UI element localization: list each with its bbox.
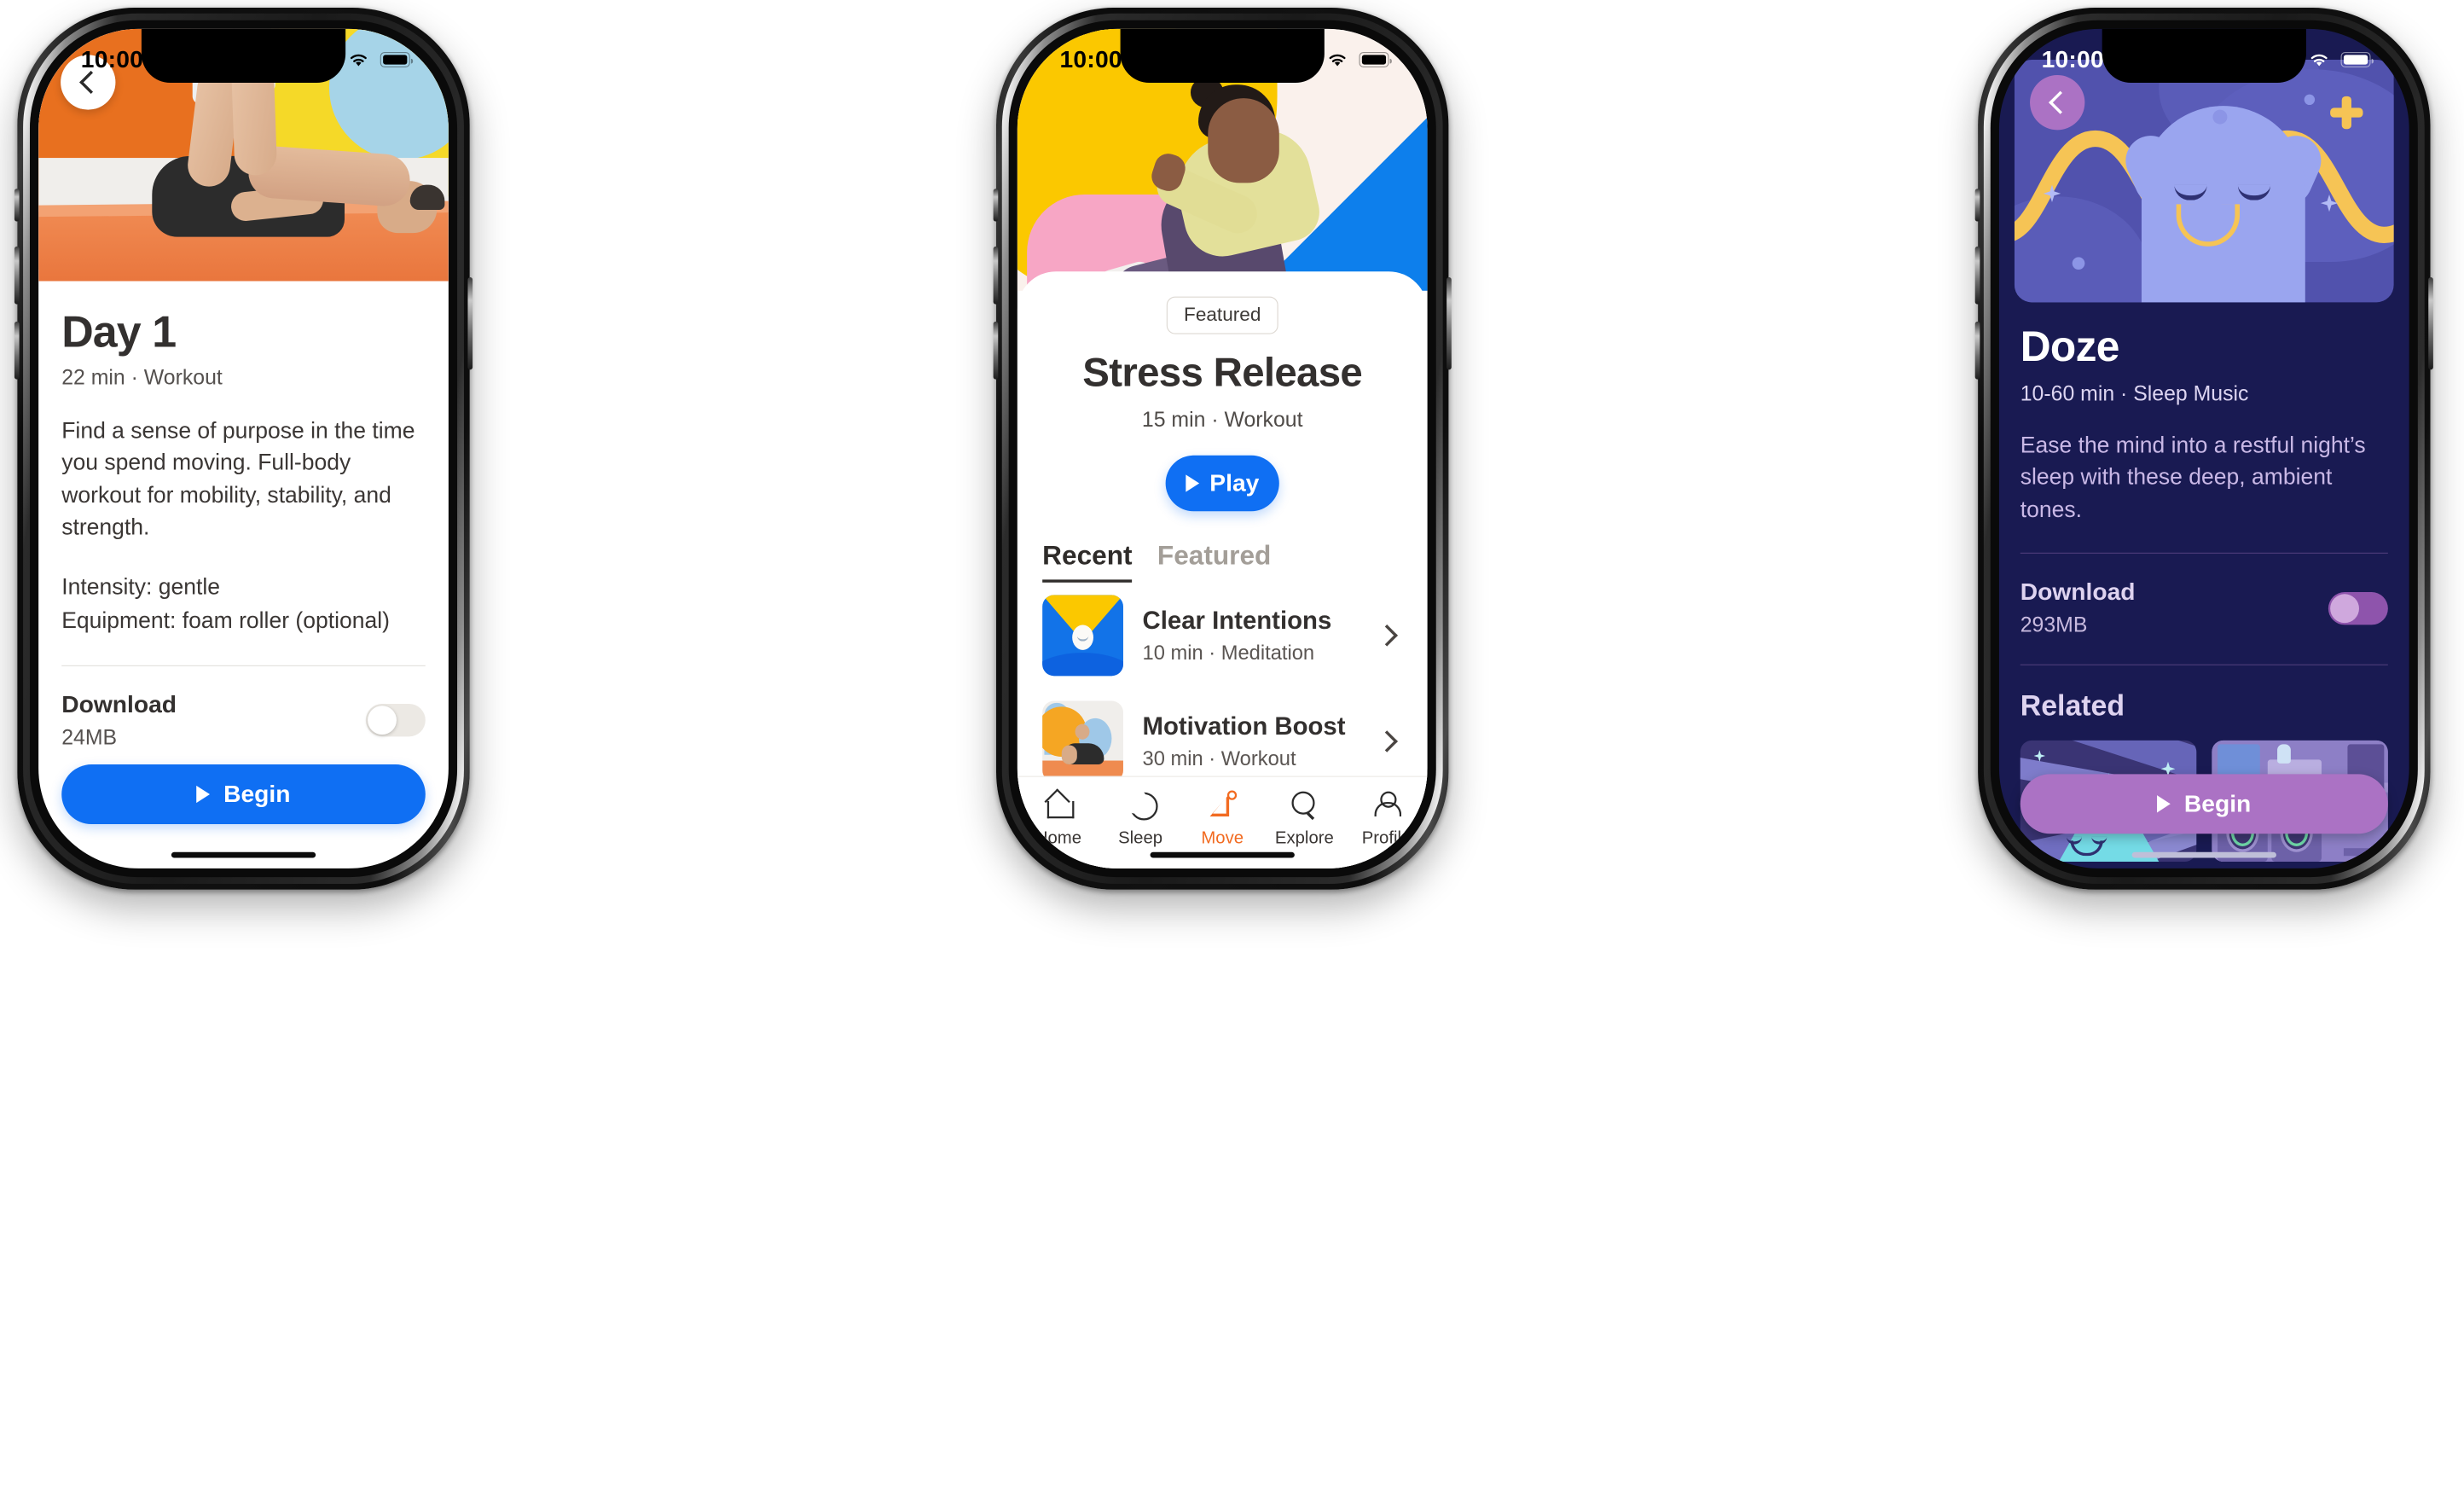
home-indicator[interactable] [171,851,316,858]
wifi-icon [1329,54,1346,66]
download-label: Download [61,690,177,718]
phone-mockup-1: 10:00 Day 1 22 min · Workout Find a sens… [14,8,473,890]
battery-icon [2340,51,2374,67]
battery-icon [380,51,414,67]
featured-badge: Featured [1166,296,1278,334]
tab-explore[interactable]: Explore [1263,791,1345,849]
home-indicator[interactable] [2131,851,2276,858]
tab-label: Explore [1274,828,1334,848]
tab-label: Move [1201,828,1244,848]
tab-label: Home [1035,828,1082,848]
begin-button[interactable]: Begin [2020,774,2388,834]
download-toggle[interactable] [2328,591,2388,625]
volume-down-button[interactable] [14,321,20,380]
chevron-right-icon [1376,730,1398,752]
notch [141,28,346,84]
chevron-right-icon [1376,625,1398,647]
search-icon [1290,791,1319,820]
download-row: Download 24MB [61,691,426,750]
tab-label: Sleep [1118,828,1163,848]
intensity-text: Intensity: gentle [61,574,220,600]
play-icon [2157,795,2171,813]
play-icon [1186,474,1199,492]
chevron-left-icon [2048,90,2072,114]
volume-down-button[interactable] [993,321,999,380]
page-title: Stress Release [1082,349,1363,395]
download-toggle[interactable] [365,704,426,737]
begin-button-label: Begin [2183,789,2252,817]
phone-2-screen: 10:00 Featured Stress Release 15 min · W… [1017,28,1428,868]
play-icon [196,785,211,804]
phone-mockup-2: 10:00 Featured Stress Release 15 min · W… [993,8,1452,890]
mute-switch[interactable] [1974,189,1980,222]
page-title: Day 1 [61,305,177,357]
description-text: Ease the mind into a restful night’s sle… [2020,432,2366,522]
tab-home[interactable]: Home [1017,791,1099,849]
mute-switch[interactable] [14,189,20,222]
status-time: 10:00 [2041,45,2104,73]
list-item-title: Motivation Boost [1142,711,1346,741]
list-item-subtitle: 30 min · Workout [1142,747,1296,770]
wifi-icon [350,54,367,66]
three-phone-mockup-stage: 10:00 Day 1 22 min · Workout Find a sens… [0,0,2464,1493]
stretch-photo-thumbnail [1042,700,1123,782]
description-text: Find a sense of purpose in the time you … [61,417,415,540]
sunrise-illustration-thumbnail [1042,595,1123,677]
tab-recent[interactable]: Recent [1042,540,1133,583]
moon-icon [1122,788,1158,821]
wifi-icon [2310,54,2328,66]
person-icon [1372,791,1402,820]
phone-1-screen: 10:00 Day 1 22 min · Workout Find a sens… [38,28,449,868]
volume-up-button[interactable] [1974,246,1980,305]
download-label: Download [2020,578,2136,606]
move-icon [1208,790,1238,820]
segmented-tabs: Recent Featured [1042,540,1402,583]
list-item-title: Clear Intentions [1142,605,1332,635]
tab-profile[interactable]: Profile [1345,791,1427,849]
divider [2020,552,2388,554]
volume-up-button[interactable] [993,246,999,305]
list-item-subtitle: 10 min · Meditation [1142,642,1315,665]
specs-block: Intensity: gentle Equipment: foam roller… [61,571,426,636]
phone-3-screen: 10:00 Doze 10-60 min · Sleep Music Ease … [1998,28,2409,868]
download-size: 293MB [2020,612,2088,637]
plus-decoration-icon [2330,96,2363,130]
home-icon [1044,791,1074,820]
tab-sleep[interactable]: Sleep [1099,788,1181,849]
duration-meta: 10-60 min · Sleep Music [2020,381,2249,406]
download-row: Download 293MB [2020,578,2388,637]
mute-switch[interactable] [993,189,999,222]
power-button[interactable] [2428,277,2433,370]
tab-featured[interactable]: Featured [1157,540,1271,583]
equipment-text: Equipment: foam roller (optional) [61,607,390,632]
power-button[interactable] [467,277,473,370]
download-size: 24MB [61,724,118,749]
play-button-label: Play [1209,469,1260,497]
begin-button[interactable]: Begin [61,764,426,825]
back-button[interactable] [2030,75,2085,131]
play-button[interactable]: Play [1165,455,1279,512]
tab-label: Profile [1361,828,1412,848]
notch [1120,28,1325,84]
notch [2102,28,2306,84]
home-indicator[interactable] [1150,851,1295,858]
battery-icon [1359,51,1392,67]
power-button[interactable] [1447,277,1452,370]
tab-move[interactable]: Move [1181,790,1263,849]
status-time: 10:00 [1059,45,1122,73]
phone-mockup-3: 10:00 Doze 10-60 min · Sleep Music Ease … [1974,8,2433,890]
begin-button-label: Begin [223,780,291,808]
page-title: Doze [2020,323,2120,371]
list-item[interactable]: Clear Intentions 10 min · Meditation [1042,583,1402,688]
related-heading: Related [2020,690,2125,723]
duration-meta: 15 min · Workout [1141,407,1303,432]
duration-meta: 22 min · Workout [61,364,223,389]
volume-down-button[interactable] [1974,321,1980,380]
status-time: 10:00 [80,45,144,73]
volume-up-button[interactable] [14,246,20,305]
